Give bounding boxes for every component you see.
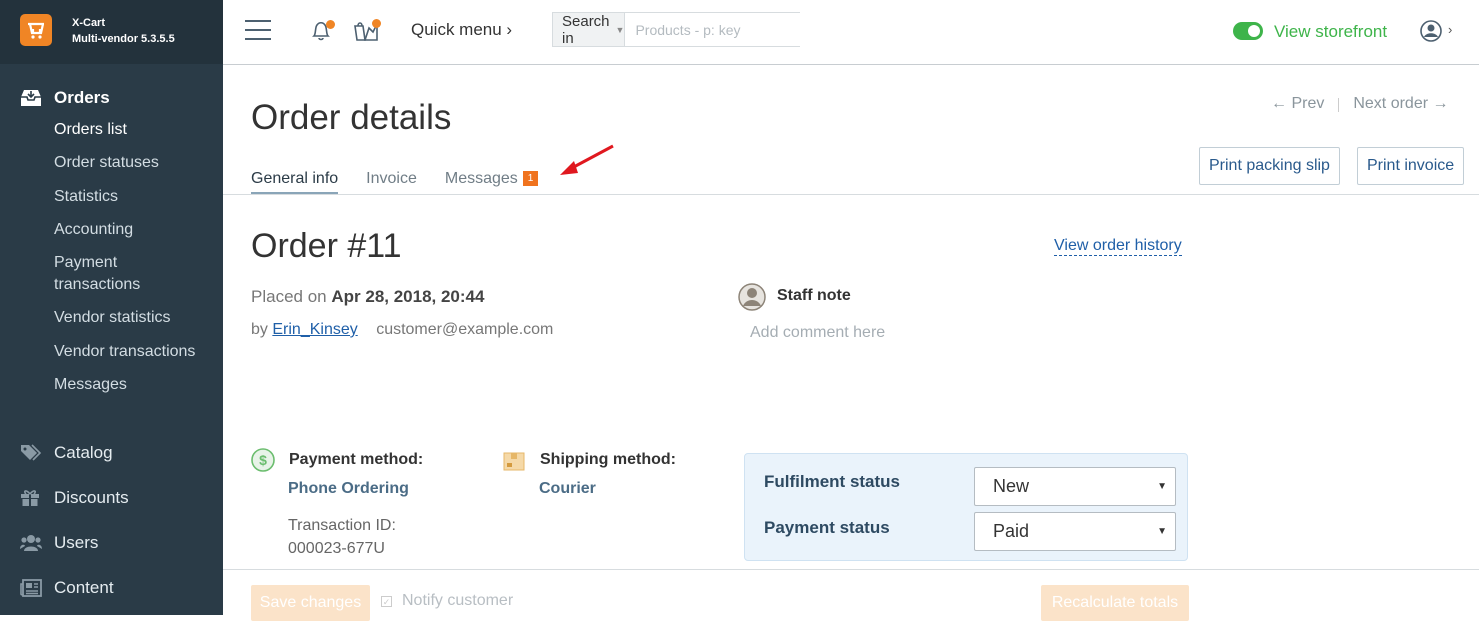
sidebar-item-label: Users — [54, 532, 99, 552]
payment-method-value: Phone Ordering — [288, 480, 409, 497]
brand-title: X-Cart Multi-vendor 5.3.5.5 — [72, 15, 175, 47]
view-order-history-link[interactable]: View order history — [1054, 237, 1182, 256]
search-in-dropdown[interactable]: Search in ▼ — [553, 12, 626, 47]
tab-label: Messages — [444, 170, 518, 187]
tab-general-info[interactable]: General info — [251, 170, 339, 195]
sidebar-item-orders-list[interactable]: Orders list — [0, 119, 223, 141]
fulfilment-status-label: Fulfilment status — [764, 472, 901, 491]
payment-status-select[interactable]: Paid ▼ — [974, 512, 1176, 551]
customer-name-link[interactable]: Erin_Kinsey — [272, 321, 357, 338]
sticky-footer: Save changes ✓ Notify customer Recalcula… — [223, 569, 1479, 621]
order-pagination: ← Prev Next order → — [1271, 95, 1448, 113]
red-arrow-annotation — [560, 144, 614, 175]
sidebar: X-Cart Multi-vendor 5.3.5.5 Orders Order… — [0, 0, 223, 615]
chevron-right-icon[interactable]: › — [1448, 22, 1452, 37]
staff-comment-input[interactable]: Add comment here — [750, 324, 885, 342]
notify-customer-checkbox[interactable]: ✓ Notify customer — [381, 592, 513, 610]
fulfilment-status-select[interactable]: New ▼ — [974, 467, 1176, 506]
shipping-method-value: Courier — [539, 480, 596, 497]
dollar-icon: $ — [251, 448, 275, 477]
brand-edition: Multi-vendor 5.3.5.5 — [72, 33, 175, 45]
order-status-panel: Fulfilment status New ▼ Payment status P… — [744, 453, 1188, 561]
tab-invoice[interactable]: Invoice — [366, 170, 417, 195]
caret-down-icon: ▼ — [1157, 526, 1167, 537]
next-order-link[interactable]: Next order → — [1353, 95, 1448, 113]
main-content: Order details ← Prev Next order → Genera… — [223, 65, 1479, 621]
placed-on: Placed on Apr 28, 2018, 20:44 — [251, 287, 484, 307]
caret-down-icon: ▼ — [615, 24, 625, 35]
by-label: by — [251, 321, 268, 338]
sidebar-item-label: Discounts — [54, 487, 129, 507]
sidebar-item-vendor-transactions[interactable]: Vendor transactions — [0, 341, 223, 363]
recalculate-totals-button[interactable]: Recalculate totals — [1041, 585, 1189, 621]
sidebar-item-accounting[interactable]: Accounting — [0, 219, 223, 241]
orders-notification-icon[interactable] — [353, 18, 381, 47]
payment-status-label: Payment status — [764, 518, 890, 537]
order-number: Order #11 — [251, 227, 402, 265]
staff-avatar-icon — [738, 283, 766, 316]
placed-on-label: Placed on — [251, 287, 327, 306]
notify-customer-label: Notify customer — [402, 592, 514, 609]
storefront-toggle[interactable] — [1233, 22, 1263, 40]
search-input[interactable] — [625, 13, 817, 46]
staff-note-label: Staff note — [777, 287, 851, 304]
tabs-divider — [223, 194, 1479, 195]
hamburger-menu-icon[interactable] — [245, 20, 271, 40]
notification-dot — [326, 20, 335, 29]
newspaper-icon — [0, 578, 54, 597]
transaction-id-label: Transaction ID: — [288, 517, 396, 534]
caret-down-icon: ▼ — [1157, 481, 1167, 492]
users-icon — [0, 534, 54, 552]
view-storefront-link[interactable]: View storefront — [1274, 22, 1387, 42]
package-icon — [503, 450, 525, 477]
gift-icon — [0, 489, 54, 507]
customer-line: by Erin_Kinsey customer@example.com — [251, 321, 553, 339]
sidebar-item-vendor-statistics[interactable]: Vendor statistics — [0, 307, 223, 329]
bell-icon[interactable] — [309, 18, 335, 47]
top-bar: Quick menu › Search in ▼ View storefront… — [223, 0, 1479, 65]
payment-method-label: Payment method: — [289, 451, 424, 468]
tag-icon — [0, 443, 54, 462]
prev-order-link[interactable]: ← Prev — [1271, 95, 1324, 113]
save-changes-button[interactable]: Save changes — [251, 585, 370, 621]
sidebar-item-catalog[interactable]: Catalog — [0, 430, 223, 475]
payment-status-value: Paid — [993, 521, 1030, 541]
quick-menu-button[interactable]: Quick menu › — [411, 20, 512, 40]
sidebar-header: X-Cart Multi-vendor 5.3.5.5 — [0, 0, 223, 64]
notification-dot — [372, 19, 381, 28]
sidebar-item-label: Content — [54, 577, 114, 597]
search-in-label: Search in — [562, 12, 610, 47]
sidebar-item-label: Catalog — [54, 442, 113, 462]
brand-name: X-Cart — [72, 17, 106, 29]
sidebar-item-messages[interactable]: Messages — [0, 374, 223, 396]
cart-logo-icon[interactable] — [20, 14, 52, 46]
sidebar-item-discounts[interactable]: Discounts — [0, 475, 223, 520]
sidebar-item-order-statuses[interactable]: Order statuses — [0, 152, 223, 174]
sidebar-item-label: Orders — [54, 88, 110, 107]
sidebar-item-payment-transactions[interactable]: Payment transactions — [0, 252, 160, 296]
sidebar-item-content[interactable]: Content — [0, 565, 223, 610]
user-avatar-icon[interactable] — [1420, 20, 1442, 47]
placed-on-date: Apr 28, 2018, 20:44 — [331, 287, 485, 306]
tab-messages[interactable]: Messages 1 — [444, 170, 539, 195]
checkbox-icon: ✓ — [381, 595, 392, 607]
inbox-icon — [0, 89, 54, 107]
transaction-id-value: 000023-677U — [288, 540, 385, 557]
sidebar-item-orders[interactable]: Orders — [0, 83, 223, 113]
shipping-method-label: Shipping method: — [540, 451, 676, 468]
orders-nav: Orders Orders list Order statuses Statis… — [0, 83, 223, 396]
search-bar: Search in ▼ — [552, 12, 817, 47]
fulfilment-status-value: New — [993, 476, 1030, 496]
sidebar-item-statistics[interactable]: Statistics — [0, 186, 223, 208]
messages-count-badge: 1 — [522, 171, 539, 186]
page-title: Order details — [251, 98, 452, 137]
main-nav: Catalog Discounts Users Content — [0, 430, 223, 610]
print-packing-slip-button[interactable]: Print packing slip — [1199, 147, 1340, 185]
customer-email: customer@example.com — [376, 321, 554, 338]
svg-text:$: $ — [259, 452, 267, 468]
print-invoice-button[interactable]: Print invoice — [1357, 147, 1465, 185]
sidebar-item-users[interactable]: Users — [0, 520, 223, 565]
order-tabs: General info Invoice Messages 1 — [251, 170, 566, 195]
divider — [1338, 98, 1340, 112]
